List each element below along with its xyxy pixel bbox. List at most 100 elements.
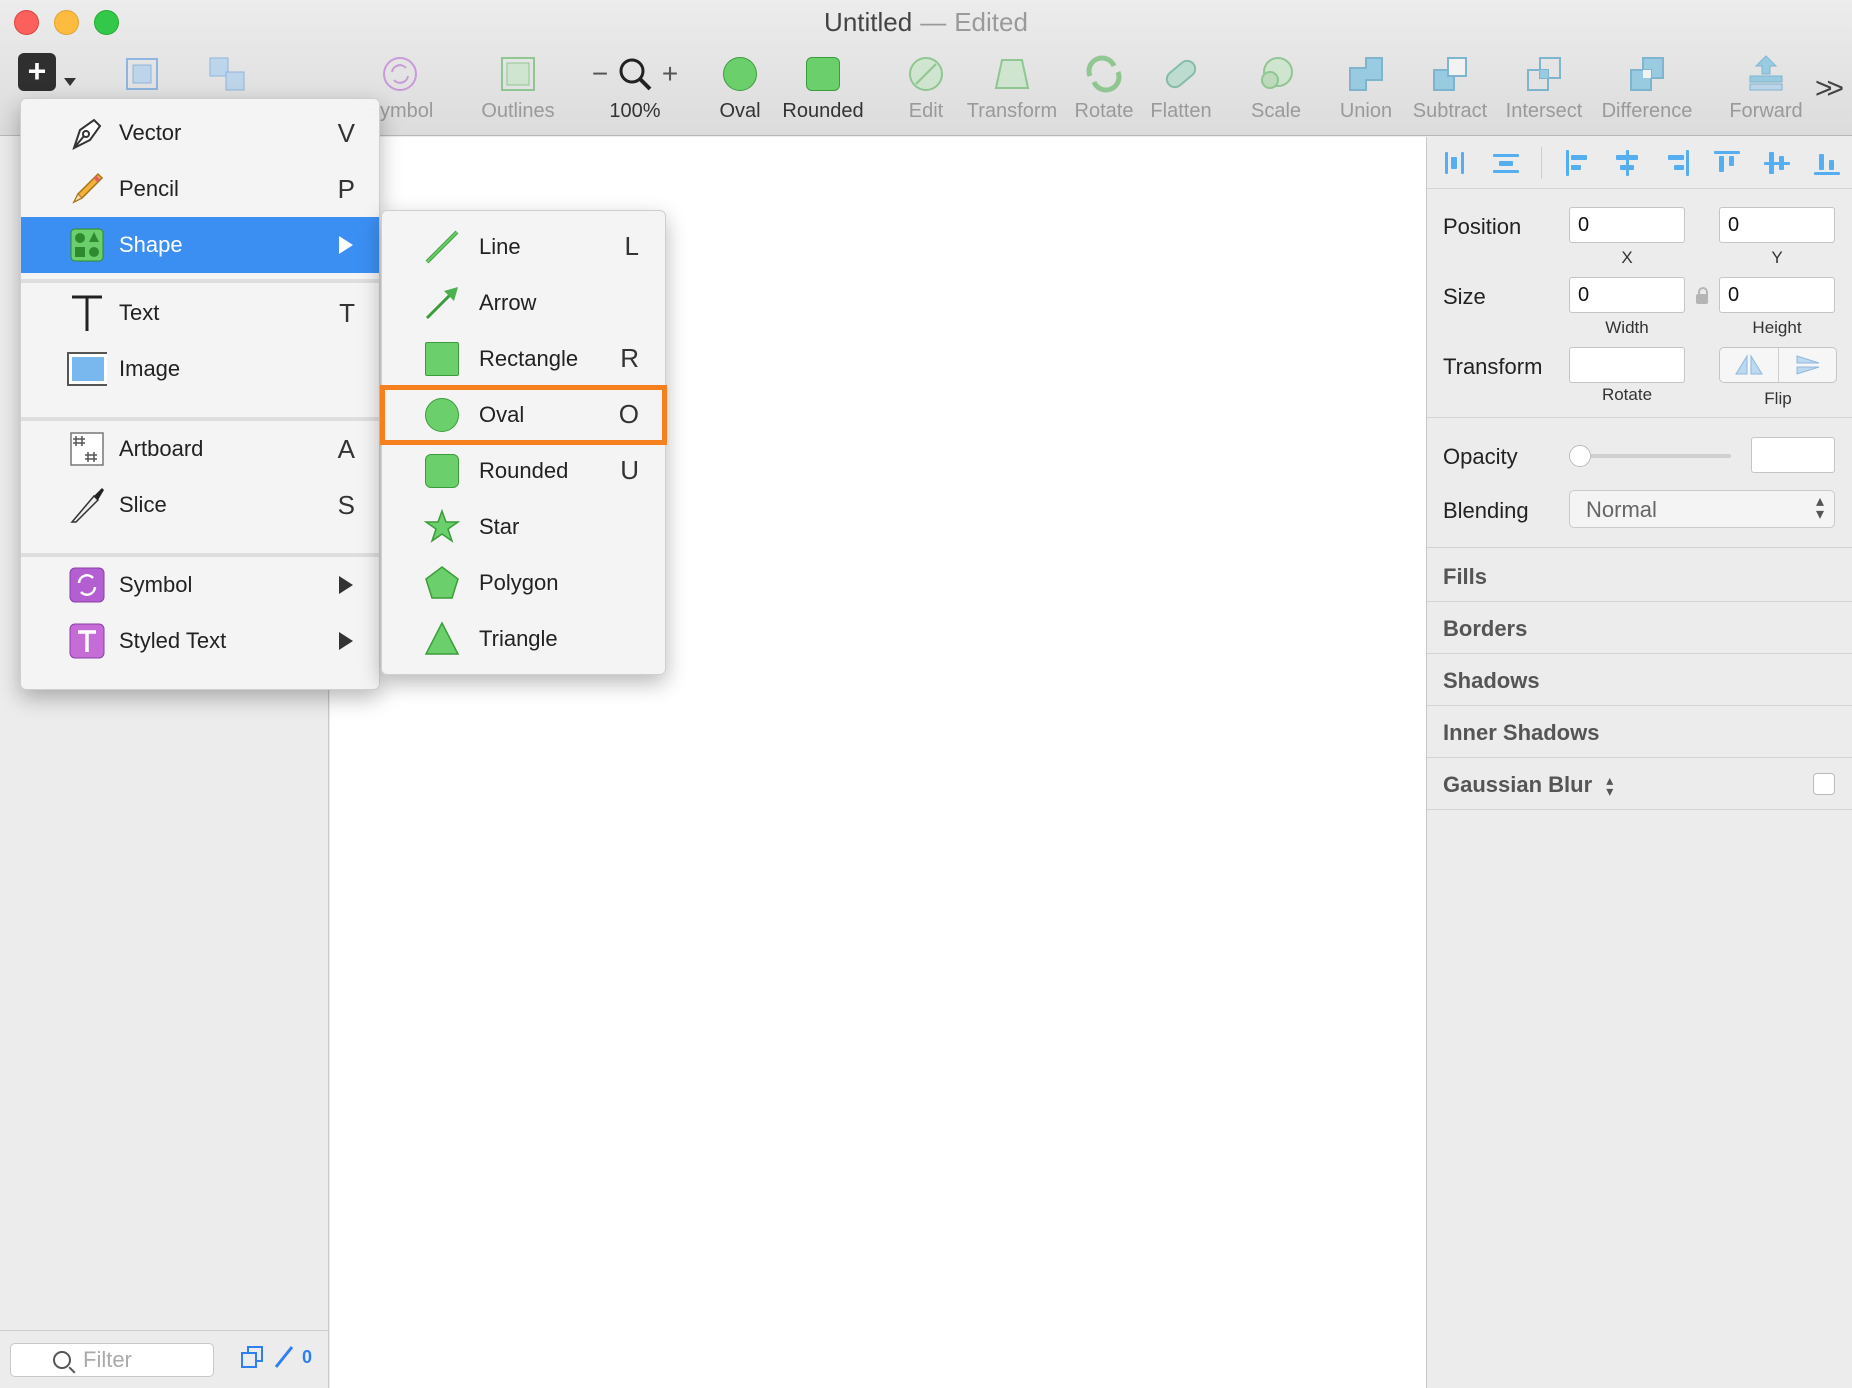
rotate-icon	[1072, 50, 1136, 98]
gaussian-blur-label: Gaussian Blur	[1443, 772, 1593, 797]
blending-label: Blending	[1443, 498, 1529, 523]
insert-dropdown-caret-icon[interactable]	[64, 78, 76, 86]
submenu-item-rectangle[interactable]: Rectangle R	[382, 331, 665, 387]
fills-section-header[interactable]: Fills	[1443, 564, 1487, 590]
submenu-item-oval[interactable]: Oval O	[380, 385, 667, 445]
submenu-item-line[interactable]: Line L	[382, 219, 665, 275]
size-height-input[interactable]: 0	[1719, 277, 1835, 313]
star-icon	[424, 509, 460, 545]
opacity-slider-knob[interactable]	[1569, 445, 1591, 467]
submenu-item-triangle[interactable]: Triangle	[382, 611, 665, 667]
alignment-toolbar	[1427, 137, 1852, 189]
submenu-arrow-icon	[339, 236, 353, 254]
menu-item-styled-text[interactable]: Styled Text	[21, 613, 379, 669]
zoom-icon[interactable]	[613, 56, 657, 92]
gaussian-blur-checkbox[interactable]	[1813, 773, 1835, 795]
title-separator: —	[920, 7, 947, 37]
submenu-item-polygon[interactable]: Polygon	[382, 555, 665, 611]
menu-item-slice[interactable]: Slice S	[21, 477, 379, 533]
submenu-arrow-icon	[339, 576, 353, 594]
submenu-item-star[interactable]: Star	[382, 499, 665, 555]
distribute-horizontal-icon[interactable]	[1441, 148, 1471, 178]
group-button[interactable]	[122, 50, 162, 98]
toolbar-rounded-button[interactable]: Rounded	[780, 50, 866, 123]
rounded-rect-icon	[780, 50, 866, 98]
align-center-horizontal-icon[interactable]	[1612, 148, 1642, 178]
styled-text-icon	[67, 621, 107, 661]
position-label: Position	[1443, 214, 1522, 239]
borders-section-header[interactable]: Borders	[1443, 616, 1527, 642]
toolbar-edit-button[interactable]: Edit	[898, 50, 954, 123]
submenu-item-label: Line	[479, 234, 521, 259]
inspector-panel: Position 0 0 X Y Size 0 0 Width Height T…	[1426, 137, 1852, 1388]
blending-select[interactable]: Normal ▴ ▾	[1569, 490, 1835, 528]
intersect-icon	[1502, 50, 1586, 98]
position-y-input[interactable]: 0	[1719, 207, 1835, 243]
align-right-icon[interactable]	[1662, 148, 1692, 178]
scale-icon	[1248, 50, 1304, 98]
lock-proportions-icon[interactable]	[1696, 287, 1708, 304]
shadows-section-header[interactable]: Shadows	[1443, 668, 1540, 694]
toolbar-outlines-button[interactable]: Outlines	[478, 50, 558, 123]
line-icon	[424, 229, 460, 265]
toolbar-rotate-button[interactable]: Rotate	[1072, 50, 1136, 123]
align-top-icon[interactable]	[1712, 148, 1742, 178]
group-icon	[122, 50, 162, 98]
menu-item-symbol[interactable]: Symbol	[21, 557, 379, 613]
flip-horizontal-button[interactable]	[1720, 348, 1778, 382]
transform-icon	[964, 50, 1060, 98]
document-status: Edited	[954, 7, 1028, 37]
menu-shortcut: O	[618, 399, 639, 429]
align-left-icon[interactable]	[1562, 148, 1592, 178]
toolbar-forward-button[interactable]: Forward	[1728, 50, 1804, 123]
toolbar-difference-button[interactable]: Difference	[1600, 50, 1694, 123]
align-bottom-icon[interactable]	[1812, 148, 1842, 178]
insert-button[interactable]: +	[18, 53, 56, 91]
toolbar-subtract-button[interactable]: Subtract	[1408, 50, 1492, 123]
blur-type-updown-icon[interactable]: ▴ ▾	[1606, 773, 1613, 798]
vector-pen-icon	[67, 113, 107, 153]
pencil-icon	[67, 169, 107, 209]
submenu-item-arrow[interactable]: Arrow	[382, 275, 665, 331]
opacity-slider-track[interactable]	[1573, 454, 1731, 458]
distribute-vertical-icon[interactable]	[1491, 148, 1521, 178]
opacity-input[interactable]	[1751, 437, 1835, 473]
menu-item-image[interactable]: Image	[21, 341, 379, 397]
inspector-divider	[1427, 757, 1852, 758]
toolbar-intersect-label: Intersect	[1505, 100, 1583, 122]
menu-item-label: Symbol	[119, 572, 193, 597]
toolbar-transform-button[interactable]: Transform	[964, 50, 1060, 123]
submenu-item-label: Triangle	[479, 626, 558, 651]
menu-item-vector[interactable]: Vector V	[21, 105, 379, 161]
toolbar-oval-button[interactable]: Oval	[712, 50, 768, 123]
rotate-input[interactable]	[1569, 347, 1685, 383]
slice-edit-icon[interactable]	[272, 1345, 294, 1369]
zoom-in-button[interactable]: +	[657, 58, 683, 90]
edit-icon	[898, 50, 954, 98]
toolbar-intersect-button[interactable]: Intersect	[1502, 50, 1586, 123]
transform-label: Transform	[1443, 354, 1543, 379]
toolbar-scale-button[interactable]: Scale	[1248, 50, 1304, 123]
toolbar-overflow-chevron-icon[interactable]: >>	[1815, 72, 1844, 106]
layer-filter-input[interactable]: Filter	[10, 1343, 214, 1377]
pages-icon[interactable]	[240, 1345, 264, 1369]
flip-vertical-button[interactable]	[1778, 348, 1836, 382]
toolbar-union-button[interactable]: Union	[1336, 50, 1396, 123]
outlines-icon	[478, 50, 558, 98]
symbol-icon	[67, 565, 107, 605]
menu-item-pencil[interactable]: Pencil P	[21, 161, 379, 217]
ungroup-button[interactable]	[206, 50, 250, 98]
inner-shadows-section-header[interactable]: Inner Shadows	[1443, 720, 1599, 746]
menu-item-text[interactable]: Text T	[21, 285, 379, 341]
zoom-out-button[interactable]: −	[587, 58, 613, 90]
toolbar-flatten-button[interactable]: Flatten	[1148, 50, 1214, 123]
align-middle-vertical-icon[interactable]	[1762, 148, 1792, 178]
size-width-input[interactable]: 0	[1569, 277, 1685, 313]
menu-item-shape[interactable]: Shape	[21, 217, 379, 273]
artboard-icon	[67, 429, 107, 469]
menu-item-artboard[interactable]: Artboard A	[21, 421, 379, 477]
menu-item-label: Slice	[119, 492, 167, 517]
gaussian-blur-section-header[interactable]: Gaussian Blur ▴ ▾	[1443, 772, 1613, 798]
position-x-input[interactable]: 0	[1569, 207, 1685, 243]
submenu-item-rounded[interactable]: Rounded U	[382, 443, 665, 499]
